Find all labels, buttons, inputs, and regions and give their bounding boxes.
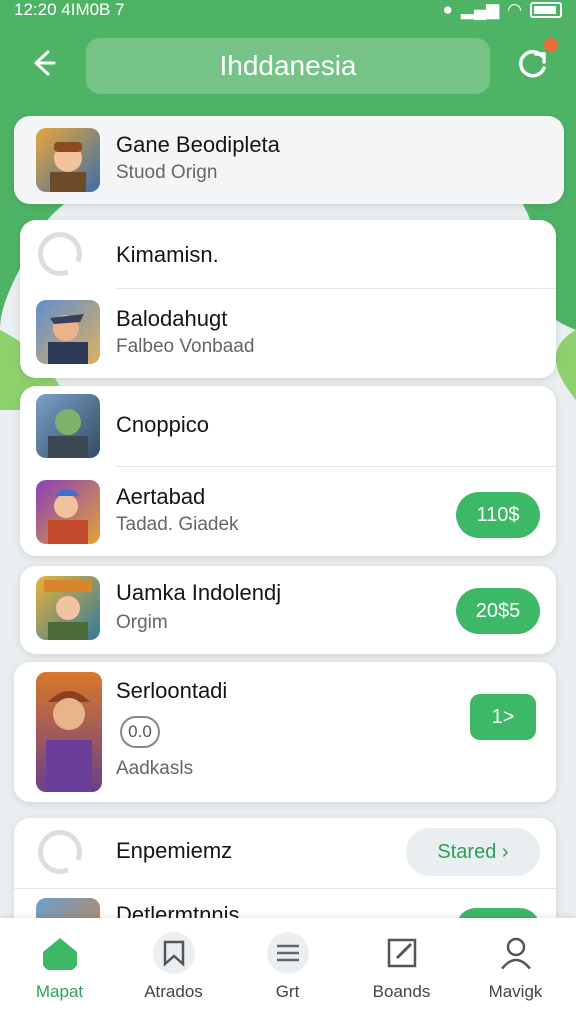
page-title: Ihddanesia (86, 38, 490, 94)
tab-label: Atrados (144, 982, 203, 1001)
game-thumbnail (36, 394, 100, 458)
item-title[interactable]: Kimamisn. (116, 242, 219, 268)
loading-icon (38, 232, 83, 277)
chevron-right-icon: › (501, 841, 509, 863)
notification-dot (544, 38, 558, 52)
game-thumbnail (36, 672, 102, 792)
wifi-icon: ◠ (507, 0, 522, 19)
item-subtitle: Orgim (116, 612, 168, 633)
status-icons: ● ▂▄▆ ◠ (443, 0, 562, 20)
item-title[interactable]: Enpemiemz (116, 838, 232, 864)
list-icon (267, 932, 309, 974)
started-button[interactable]: Stared › (406, 828, 540, 876)
list-group: Cnoppico Aertabad Tadad. Giadek 110$ (20, 386, 556, 556)
list-group: Kimamisn. Balodahugt Falbeo Vonbaad (20, 220, 556, 378)
next-button[interactable]: 1> (470, 694, 536, 740)
started-label: Stared (437, 841, 497, 863)
tab-mavigk[interactable]: Mavigk (458, 918, 573, 1024)
edit-icon (387, 938, 417, 968)
bookmark-icon (153, 932, 195, 974)
signal-icon: ▂▄▆ (460, 0, 500, 19)
item-subtitle: Stuod Orign (116, 162, 218, 183)
game-thumbnail (36, 128, 100, 192)
game-thumbnail (36, 480, 100, 544)
rating-badge: 0.0 (120, 716, 160, 748)
tab-atrados[interactable]: Atrados (116, 918, 231, 1024)
item-title[interactable]: Cnoppico (116, 412, 209, 438)
item-subtitle: Aadkasls (116, 758, 194, 779)
tab-grt[interactable]: Grt (230, 918, 345, 1024)
list-item[interactable]: Gane Beodipleta Stuod Orign (14, 116, 564, 204)
tab-mapat[interactable]: Mapat (2, 918, 117, 1024)
game-thumbnail (36, 576, 100, 640)
price-button[interactable]: 110$ (456, 492, 540, 538)
item-title: Serloontadi (116, 678, 228, 703)
battery-icon (530, 2, 562, 18)
item-title: Uamka Indolendj (116, 580, 282, 605)
profile-icon (500, 937, 532, 971)
game-thumbnail (36, 300, 100, 364)
item-title: Gane Beodipleta (116, 132, 280, 157)
status-time: 12:20 4IM0B 7 (14, 0, 125, 19)
tab-label: Boands (372, 982, 431, 1001)
bottom-tab-bar: Mapat Atrados Grt Boands Mavigk (0, 918, 576, 1024)
loading-icon (38, 830, 83, 875)
item-subtitle: Tadad. Giadek (116, 514, 239, 535)
price-button[interactable]: 20$5 (456, 588, 540, 634)
tab-label: Mapat (35, 982, 84, 1001)
back-arrow-icon[interactable] (26, 46, 60, 80)
status-bar: 12:20 4IM0B 7 ● ▂▄▆ ◠ (0, 0, 576, 22)
item-title[interactable]: Balodahugt (116, 306, 227, 332)
item-subtitle: Falbeo Vonbaad (116, 336, 255, 357)
tab-label: Mavigk (488, 982, 543, 1001)
list-item[interactable]: Uamka Indolendj Orgim 20$5 (20, 566, 556, 654)
tab-label: Grt (275, 982, 300, 1001)
list-item[interactable]: Serloontadi 0.0 Aadkasls 1> (14, 662, 556, 802)
location-icon: ● (442, 0, 453, 19)
tab-boands[interactable]: Boands (344, 918, 459, 1024)
home-icon (43, 938, 77, 970)
item-title[interactable]: Aertabad (116, 484, 205, 510)
